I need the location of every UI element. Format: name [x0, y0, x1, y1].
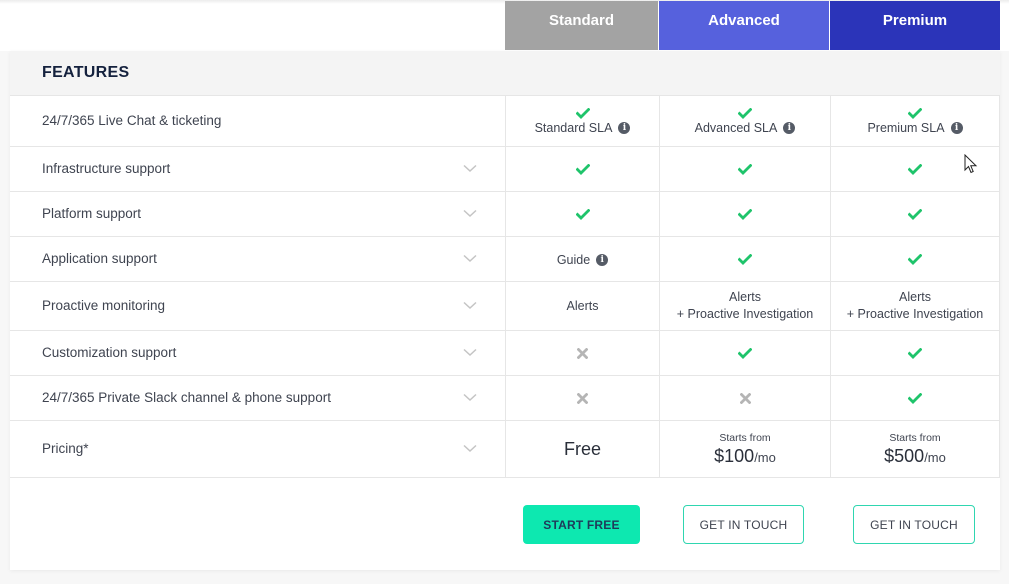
check-icon: [575, 107, 590, 119]
price-amount: $500/mo: [884, 446, 946, 467]
price-free: Free: [563, 438, 601, 459]
price-value: $500: [884, 445, 925, 466]
check-icon: [738, 107, 752, 119]
check-icon: [738, 208, 752, 220]
sla-text: Premium SLA: [867, 120, 945, 135]
cell-advanced: [659, 147, 830, 191]
cell-standard: Alerts: [505, 282, 659, 330]
chevron-down-icon[interactable]: [463, 164, 477, 178]
cell-standard: Guide i: [505, 237, 659, 281]
price-starts-from: Starts from: [719, 431, 771, 444]
feature-row[interactable]: Customization support: [10, 331, 1000, 376]
sla-label: Advanced SLA i: [695, 121, 796, 135]
chevron-down-icon[interactable]: [463, 348, 477, 362]
cell-premium: [830, 331, 1000, 375]
feature-row[interactable]: Platform support: [10, 192, 1000, 237]
chevron-down-icon[interactable]: [463, 254, 477, 268]
get-in-touch-advanced-button[interactable]: GET IN TOUCH: [683, 505, 804, 544]
feature-label: 24/7/365 Live Chat & ticketing: [42, 113, 222, 128]
cell-standard: [505, 376, 659, 420]
price-amount: $100/mo: [714, 446, 776, 467]
cell-advanced: [659, 192, 830, 236]
cell-advanced: [659, 376, 830, 420]
feature-row[interactable]: Infrastructure support: [10, 147, 1000, 192]
feature-label: Application support: [42, 251, 157, 266]
price-starts-from: Starts from: [889, 431, 941, 444]
cell-standard: [505, 147, 659, 191]
info-icon[interactable]: i: [783, 121, 796, 134]
cell-premium: Alerts + Proactive Investigation: [830, 282, 1000, 330]
plan-header-advanced: Advanced: [659, 1, 829, 50]
price-period: /mo: [754, 449, 776, 465]
check-icon: [738, 253, 752, 265]
info-icon[interactable]: i: [618, 121, 631, 134]
price-value: $100: [714, 445, 755, 466]
features-title: FEATURES: [42, 64, 130, 81]
info-icon[interactable]: i: [950, 121, 963, 134]
feature-label: Pricing*: [42, 441, 89, 456]
cell-text-secondary: + Proactive Investigation: [846, 307, 984, 321]
chevron-down-icon[interactable]: [463, 393, 477, 407]
check-icon: [575, 208, 590, 220]
feature-row[interactable]: Application support Guide i: [10, 237, 1000, 282]
feature-label: Customization support: [42, 345, 177, 360]
feature-label: Proactive monitoring: [42, 298, 166, 313]
cell-text: Alerts: [566, 298, 599, 313]
feature-label: 24/7/365 Private Slack channel & phone s…: [42, 390, 331, 405]
cell-premium: [830, 192, 1000, 236]
cell-text-value: Guide: [556, 253, 591, 267]
cell-standard: [505, 331, 659, 375]
check-icon: [738, 163, 752, 175]
feature-row[interactable]: Pricing* Free Starts from $100/mo Starts fro…: [10, 421, 1000, 478]
cell-premium: [830, 376, 1000, 420]
cell-text: Guide i: [556, 253, 609, 267]
cell-standard: [505, 192, 659, 236]
cell-premium: Starts from $500/mo: [830, 421, 1000, 477]
cell-standard: Free: [505, 421, 659, 477]
check-icon: [575, 163, 590, 175]
mouse-cursor-icon: [964, 153, 978, 179]
price-period: /mo: [924, 449, 946, 465]
cell-advanced: Starts from $100/mo: [659, 421, 830, 477]
cell-advanced: Alerts + Proactive Investigation: [659, 282, 830, 330]
cell-standard: Standard SLA i: [505, 96, 659, 146]
cross-icon: [577, 392, 588, 404]
feature-label: Platform support: [42, 206, 142, 221]
cross-icon: [739, 392, 751, 404]
start-free-button[interactable]: START FREE: [523, 505, 640, 544]
sla-text: Standard SLA: [534, 120, 613, 135]
feature-row[interactable]: Proactive monitoring Alerts Alerts + Proact…: [10, 282, 1000, 331]
cell-advanced: Advanced SLA i: [659, 96, 830, 146]
cell-premium: Premium SLA i: [830, 96, 1000, 146]
info-icon[interactable]: i: [596, 254, 609, 266]
sla-label: Premium SLA i: [867, 120, 963, 135]
cell-advanced: [659, 237, 830, 281]
cross-icon: [577, 347, 588, 359]
plan-header-standard: Standard: [505, 1, 658, 50]
cell-advanced: [659, 331, 830, 375]
chevron-down-icon[interactable]: [463, 209, 477, 223]
cell-premium: [830, 237, 1000, 281]
feature-row: 24/7/365 Live Chat & ticketing Standard S…: [10, 96, 1000, 147]
feature-label: Infrastructure support: [42, 161, 171, 176]
sla-label: Standard SLA i: [535, 121, 631, 135]
check-icon: [908, 163, 922, 175]
features-header: FEATURES: [10, 51, 1000, 96]
check-icon: [908, 208, 922, 220]
plan-header-premium: Premium: [830, 1, 1000, 50]
check-icon: [738, 347, 752, 359]
cell-text: Alerts: [899, 290, 931, 304]
feature-row[interactable]: 24/7/365 Private Slack channel & phone s…: [10, 376, 1000, 421]
check-icon: [908, 392, 922, 404]
check-icon: [908, 107, 922, 119]
check-icon: [908, 253, 922, 265]
chevron-down-icon[interactable]: [463, 444, 477, 458]
get-in-touch-premium-button[interactable]: GET IN TOUCH: [853, 505, 975, 544]
chevron-down-icon[interactable]: [463, 301, 477, 315]
check-icon: [908, 347, 922, 359]
sla-text: Advanced SLA: [694, 120, 778, 135]
cell-text: Alerts: [729, 290, 761, 304]
cell-text-secondary: + Proactive Investigation: [676, 307, 814, 321]
